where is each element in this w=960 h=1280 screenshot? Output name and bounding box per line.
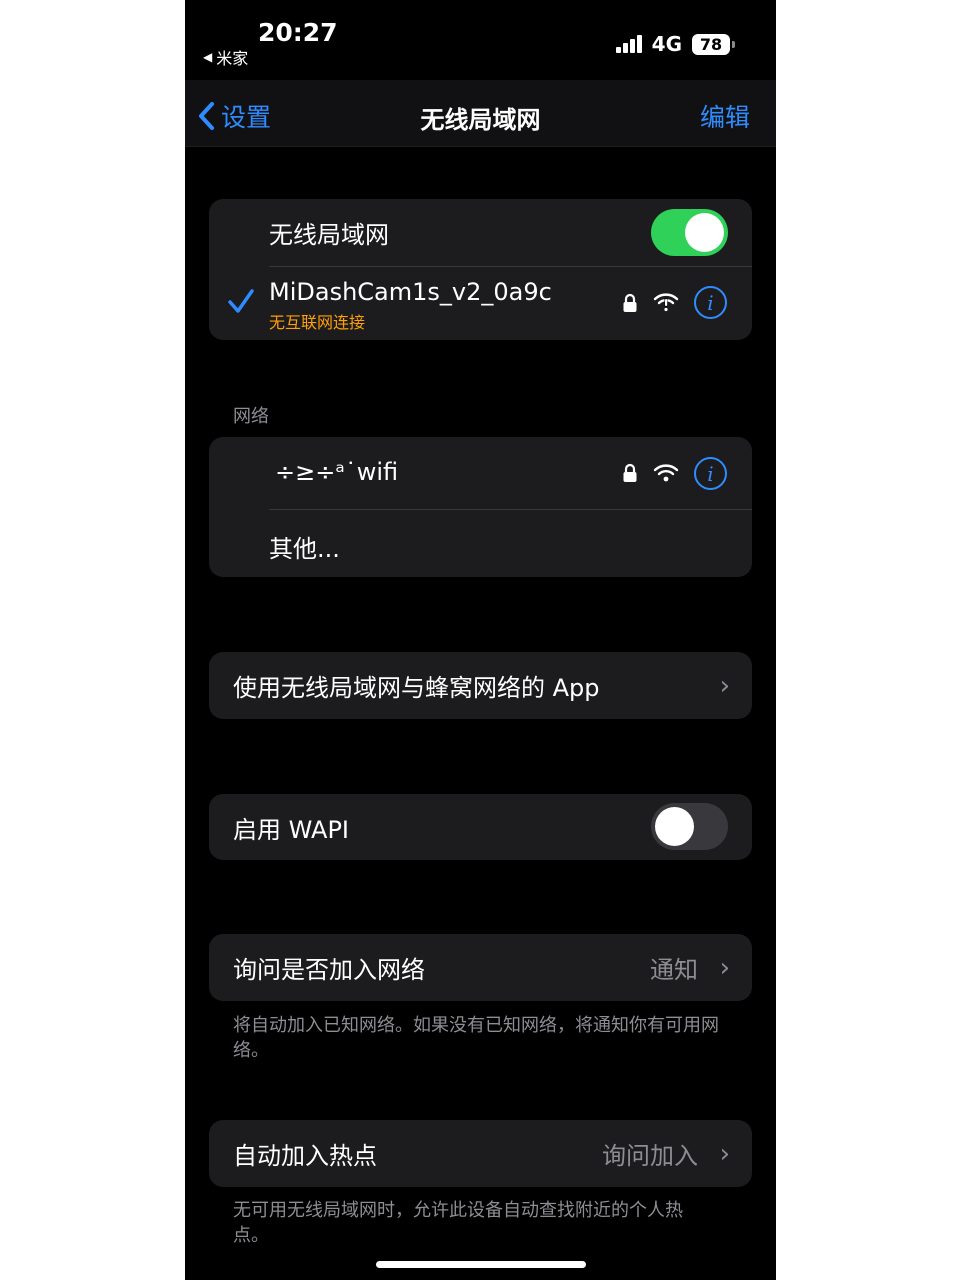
connected-network-row[interactable]: MiDashCam1s_v2_0a9c 无互联网连接 i: [209, 266, 752, 340]
networks-group: ÷≥÷ᵃ˙wifi i 其他...: [209, 437, 752, 577]
ask-join-group: 询问是否加入网络 通知 ›: [209, 934, 752, 1001]
wifi-group: 无线局域网 MiDashCam1s_v2_0a9c 无互联网连接 i: [209, 199, 752, 340]
status-indicators: 4G 78: [615, 32, 735, 56]
edit-button[interactable]: 编辑: [700, 98, 750, 134]
wifi-toggle-row: 无线局域网: [209, 199, 752, 266]
network-name: ÷≥÷ᵃ˙wifi: [275, 458, 399, 486]
chevron-right-icon: ›: [719, 952, 730, 983]
lock-icon: [623, 463, 637, 482]
connected-network-name: MiDashCam1s_v2_0a9c: [269, 278, 552, 306]
ask-join-row[interactable]: 询问是否加入网络 通知 ›: [209, 934, 752, 1001]
ask-join-label: 询问是否加入网络: [233, 956, 425, 984]
auto-join-hotspot-value: 询问加入: [602, 1142, 698, 1170]
network-type: 4G: [651, 32, 682, 56]
networks-section-header: 网络: [233, 406, 269, 427]
network-row[interactable]: ÷≥÷ᵃ˙wifi i: [209, 437, 752, 509]
ask-join-footer: 将自动加入已知网络。如果没有已知网络，将通知你有可用网络。: [233, 1015, 719, 1061]
wifi-signal-icon: [653, 464, 679, 482]
wifi-toggle-label: 无线局域网: [269, 221, 389, 249]
wifi-toggle-switch[interactable]: [651, 209, 728, 256]
apps-group: 使用无线局域网与蜂窝网络的 App ›: [209, 652, 752, 719]
chevron-right-icon: ›: [719, 670, 730, 701]
status-back-to-app[interactable]: ◀ 米家: [203, 45, 248, 69]
auto-join-hotspot-row[interactable]: 自动加入热点 询问加入 ›: [209, 1120, 752, 1187]
home-indicator[interactable]: [376, 1261, 586, 1268]
wifi-no-internet-icon: [653, 293, 679, 312]
ask-join-value: 通知: [650, 956, 698, 984]
phone-screen: 20:27 ◀ 米家 4G 78 设置 无线局域网 编辑 无线局域网 MiDas…: [185, 0, 776, 1280]
auto-join-hotspot-label: 自动加入热点: [233, 1142, 377, 1170]
status-time: 20:27: [258, 18, 338, 47]
apps-wlan-cellular-row[interactable]: 使用无线局域网与蜂窝网络的 App ›: [209, 652, 752, 719]
battery-icon: 78: [692, 33, 735, 55]
battery-level: 78: [699, 34, 723, 54]
wapi-toggle-switch[interactable]: [651, 803, 728, 850]
connected-network-status: 无互联网连接: [269, 313, 366, 332]
cellular-signal-icon: [615, 35, 642, 53]
wapi-row: 启用 WAPI: [209, 794, 752, 860]
chevron-right-icon: ›: [719, 1138, 730, 1169]
wapi-group: 启用 WAPI: [209, 794, 752, 860]
status-back-app-label: 米家: [216, 49, 249, 68]
checkmark-icon: [228, 289, 254, 313]
toggle-knob: [685, 213, 724, 252]
wapi-label: 启用 WAPI: [233, 815, 350, 844]
info-icon[interactable]: i: [694, 286, 727, 319]
page-title: 无线局域网: [420, 106, 541, 134]
apps-wlan-cellular-label: 使用无线局域网与蜂窝网络的 App: [233, 674, 600, 702]
other-network-row[interactable]: 其他...: [209, 509, 752, 577]
hotspot-footer: 无可用无线局域网时，允许此设备自动查找附近的个人热点。: [233, 1200, 683, 1246]
toggle-knob: [655, 807, 694, 846]
back-triangle-icon: ◀: [203, 50, 213, 64]
hotspot-group: 自动加入热点 询问加入 ›: [209, 1120, 752, 1187]
lock-icon: [623, 293, 637, 312]
navigation-bar: 设置 无线局域网 编辑: [185, 80, 776, 147]
info-icon[interactable]: i: [694, 457, 727, 490]
other-network-label: 其他...: [269, 535, 340, 563]
